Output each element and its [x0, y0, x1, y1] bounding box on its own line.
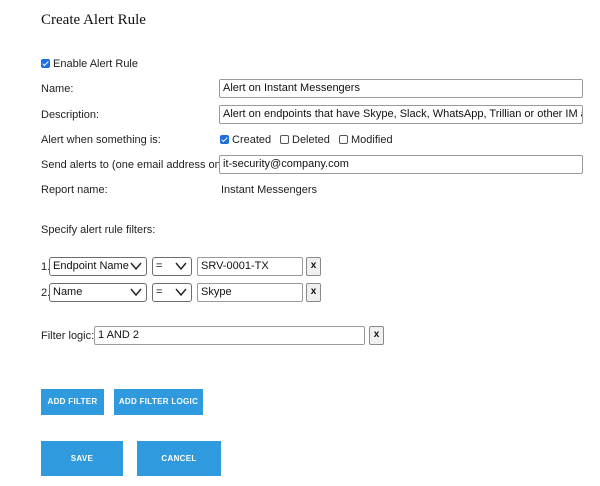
modified-checkbox[interactable]: Modified [339, 134, 393, 146]
filter-row-2-field-value: Name [53, 286, 83, 298]
description-label: Description: [41, 109, 100, 121]
report-name-value: Instant Messengers [221, 184, 317, 196]
enable-alert-rule-checkbox[interactable]: Enable Alert Rule [41, 58, 138, 70]
filter-row-1-field-value: Endpoint Name [53, 260, 129, 272]
add-filter-button[interactable]: ADD FILTER [41, 389, 104, 415]
filter-logic-remove-button[interactable]: x [369, 326, 384, 345]
cancel-button[interactable]: CANCEL [137, 441, 221, 476]
filter-row-1-value-input[interactable]: SRV-0001-TX [197, 257, 303, 276]
enable-alert-rule-label: Enable Alert Rule [53, 58, 138, 70]
filter-logic-label: Filter logic: [41, 330, 95, 342]
chevron-down-icon [130, 288, 142, 297]
add-filter-logic-button[interactable]: ADD FILTER LOGIC [114, 389, 203, 415]
chevron-down-icon [175, 288, 187, 297]
chevron-down-icon [175, 262, 187, 271]
created-checkbox[interactable]: Created [220, 134, 271, 146]
filter-row-1-field-select[interactable]: Endpoint Name [49, 257, 147, 276]
filter-logic-input[interactable]: 1 AND 2 [94, 326, 365, 345]
filter-row-2-field-select[interactable]: Name [49, 283, 147, 302]
alert-when-label: Alert when something is: [41, 134, 161, 146]
filters-heading: Specify alert rule filters: [41, 224, 156, 236]
description-input[interactable]: Alert on endpoints that have Skype, Slac… [219, 105, 583, 124]
send-alerts-label: Send alerts to (one email address only): [41, 159, 236, 171]
page-title: Create Alert Rule [41, 12, 146, 28]
email-input[interactable]: it-security@company.com [219, 155, 583, 174]
modified-label: Modified [351, 134, 393, 146]
filter-row-2-value-input[interactable]: Skype [197, 283, 303, 302]
filter-row-2-remove-button[interactable]: x [306, 283, 321, 302]
filter-row-2-operator-value: = [156, 286, 163, 298]
save-button[interactable]: SAVE [41, 441, 123, 476]
enable-checkbox-box[interactable] [41, 59, 50, 68]
filter-row-1-remove-button[interactable]: x [306, 257, 321, 276]
filter-row-2-operator-select[interactable]: = [152, 283, 192, 302]
filter-row-1-operator-value: = [156, 260, 163, 272]
modified-checkbox-box[interactable] [339, 135, 348, 144]
report-name-label: Report name: [41, 184, 108, 196]
chevron-down-icon [130, 262, 142, 271]
deleted-checkbox-box[interactable] [280, 135, 289, 144]
created-checkbox-box[interactable] [220, 135, 229, 144]
deleted-label: Deleted [292, 134, 330, 146]
deleted-checkbox[interactable]: Deleted [280, 134, 330, 146]
name-label: Name: [41, 83, 74, 95]
name-input[interactable]: Alert on Instant Messengers [219, 79, 583, 98]
created-label: Created [232, 134, 272, 146]
filter-row-1-operator-select[interactable]: = [152, 257, 192, 276]
